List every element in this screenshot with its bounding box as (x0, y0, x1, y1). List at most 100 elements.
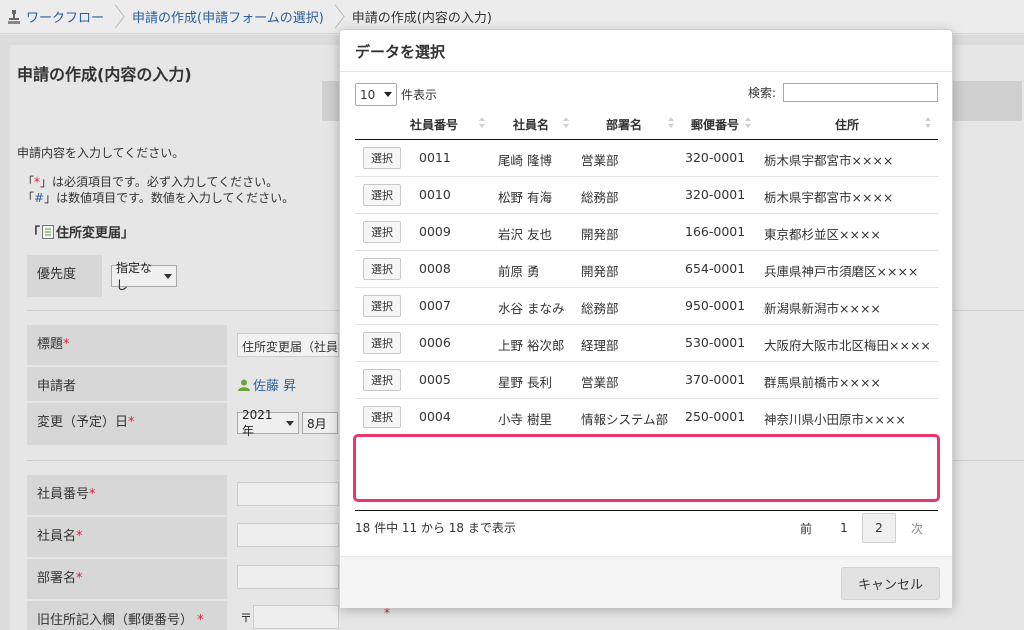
employee-no-input[interactable] (237, 482, 339, 506)
table-row: 選択 0007 水谷 まなみ 総務部 950-0001 新潟県新潟市×××× (355, 288, 938, 325)
cell-zip: 320-0001 (685, 150, 746, 165)
cell-address: 兵庫県神戸市須磨区×××× (764, 264, 919, 279)
select-button[interactable]: 選択 (363, 406, 401, 428)
required-note-open: 「 (22, 175, 35, 189)
pager-next[interactable]: 次 (902, 513, 932, 543)
pager-page-1[interactable]: 1 (830, 513, 858, 543)
table-body: 選択 0011 尾崎 隆博 営業部 320-0001 栃木県宇都宮市×××× 選… (355, 140, 938, 436)
cell-employee-no: 0010 (419, 187, 451, 202)
breadcrumb-separator (114, 0, 124, 33)
table-row: 選択 0006 上野 裕次郎 経理部 530-0001 大阪府大阪市北区梅田××… (355, 325, 938, 362)
table-row: 選択 0011 尾崎 隆博 営業部 320-0001 栃木県宇都宮市×××× (355, 140, 938, 177)
old-postal-input[interactable] (253, 605, 339, 629)
required-mark: * (76, 571, 83, 586)
employee-name-label: 社員名* (27, 517, 227, 557)
table-row: 選択 0005 星野 長利 営業部 370-0001 群馬県前橋市×××× (355, 362, 938, 399)
cell-employee-no: 0008 (419, 261, 451, 276)
cell-department: 開発部 (581, 264, 619, 279)
employee-name-input[interactable] (237, 523, 339, 547)
select-button[interactable]: 選択 (363, 258, 401, 280)
select-button[interactable]: 選択 (363, 184, 401, 206)
select-button[interactable]: 選択 (363, 147, 401, 169)
column-address[interactable]: 住所 (835, 116, 859, 133)
priority-value: 指定なし (116, 261, 153, 292)
column-department[interactable]: 部署名 (606, 116, 642, 133)
numeric-note-text: 」は数値項目です。数値を入力してください。 (44, 191, 295, 205)
breadcrumb-select-form-link[interactable]: 申請の作成(申請フォームの選択) (132, 7, 334, 26)
numeric-note-open: 「 (22, 191, 35, 205)
department-input[interactable] (237, 565, 339, 589)
sort-icon (563, 117, 569, 129)
priority-label: 優先度 (27, 255, 102, 297)
table-row: 選択 0008 前原 勇 開発部 654-0001 兵庫県神戸市須磨区×××× (355, 251, 938, 288)
required-mark: * (197, 613, 204, 628)
breadcrumb-workflow-link[interactable]: ワークフロー (26, 7, 114, 26)
subject-label: 標題* (27, 325, 227, 365)
pager-page-2[interactable]: 2 (862, 513, 896, 543)
employee-name-label-text: 社員名 (37, 529, 77, 544)
table-row: 選択 0009 岩沢 友也 開発部 166-0001 東京都杉並区×××× (355, 214, 938, 251)
applicant-label: 申請者 (27, 367, 227, 401)
cell-address: 神奈川県小田原市×××× (764, 412, 906, 427)
cell-employee-no: 0004 (419, 409, 451, 424)
cell-department: 総務部 (581, 301, 619, 316)
cell-department: 情報システム部 (581, 412, 669, 427)
month-select[interactable]: 8月 (302, 412, 338, 434)
table-row: 選択 0010 松野 有海 総務部 320-0001 栃木県宇都宮市×××× (355, 177, 938, 214)
cell-employee-name: 小寺 樹里 (498, 412, 552, 427)
cell-employee-name: 星野 長利 (498, 375, 552, 390)
required-mark: * (89, 487, 96, 502)
cell-zip: 950-0001 (685, 298, 746, 313)
chevron-down-icon (286, 420, 294, 426)
person-icon (238, 379, 250, 391)
select-button[interactable]: 選択 (363, 221, 401, 243)
change-date-label: 変更（予定）日* (27, 403, 227, 445)
required-note: 「*」は必須項目です。必ず入力してください。 (22, 174, 278, 190)
cell-department: 営業部 (581, 153, 619, 168)
year-value: 2021年 (242, 407, 273, 438)
required-note-text: 」は必須項目です。必ず入力してください。 (40, 175, 279, 189)
select-button[interactable]: 選択 (363, 332, 401, 354)
page-length-select[interactable]: 10 (355, 83, 397, 106)
empty-rows-highlight (353, 434, 940, 502)
applicant-name: 佐藤 昇 (253, 379, 297, 394)
cell-employee-no: 0011 (419, 150, 451, 165)
intro-text: 申請内容を入力してください。 (17, 146, 185, 160)
column-zip[interactable]: 郵便番号 (691, 116, 739, 133)
cell-employee-name: 岩沢 友也 (498, 227, 552, 242)
select-data-dialog: データを選択 10 件表示 検索: 社員番号 社員名 部署名 郵便番号 住所 選… (339, 29, 953, 608)
employee-no-label-text: 社員番号 (37, 487, 90, 502)
cell-address: 群馬県前橋市×××× (764, 375, 881, 390)
month-value: 8月 (307, 416, 327, 431)
column-employee-name[interactable]: 社員名 (513, 116, 549, 133)
numeric-mark: # (34, 191, 45, 205)
required-mark: * (76, 529, 83, 544)
subject-input[interactable]: 住所変更届（社員名 (237, 333, 339, 357)
select-button[interactable]: 選択 (363, 295, 401, 317)
pager-prev[interactable]: 前 (792, 513, 820, 543)
chevron-down-icon (164, 273, 172, 279)
page-length-label: 件表示 (401, 88, 438, 102)
applicant-link[interactable]: 佐藤 昇 (238, 375, 296, 394)
select-button[interactable]: 選択 (363, 369, 401, 391)
cell-employee-no: 0007 (419, 298, 451, 313)
form-name: 「 住所変更届 」 (27, 222, 134, 241)
table-header: 社員番号 社員名 部署名 郵便番号 住所 (355, 110, 938, 140)
column-employee-no[interactable]: 社員番号 (410, 116, 458, 133)
page-length-value: 10 (360, 87, 376, 102)
cancel-button[interactable]: キャンセル (841, 567, 940, 600)
sort-icon (745, 117, 751, 129)
cell-department: 営業部 (581, 375, 619, 390)
cell-department: 経理部 (581, 338, 619, 353)
old-address-label: 旧住所記入欄（郵便番号） * (27, 601, 227, 630)
change-date-label-text: 変更（予定）日 (37, 415, 129, 430)
cell-zip: 250-0001 (685, 409, 746, 424)
year-select[interactable]: 2021年 (237, 408, 299, 438)
cell-address: 東京都杉並区×××× (764, 227, 881, 242)
table-info: 18 件中 11 から 18 まで表示 (355, 521, 516, 535)
priority-select[interactable]: 指定なし (111, 261, 177, 292)
form-name-open: 「 (27, 226, 41, 241)
department-label-text: 部署名 (37, 571, 77, 586)
search-input[interactable] (783, 83, 938, 102)
required-mark: * (128, 415, 135, 430)
